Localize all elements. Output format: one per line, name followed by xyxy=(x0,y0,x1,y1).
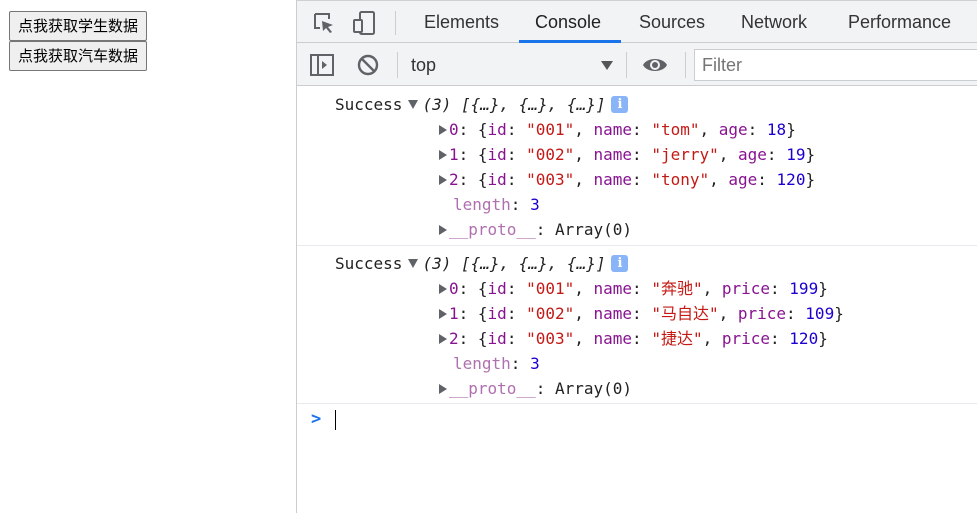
item-field: price xyxy=(721,279,771,298)
expand-triangle-icon[interactable] xyxy=(439,309,447,319)
expand-triangle-icon[interactable] xyxy=(439,334,447,344)
devtools-tabbar: Elements Console Sources Network Perform… xyxy=(297,0,977,43)
tab-console[interactable]: Console xyxy=(535,1,601,43)
item-index: 1 xyxy=(449,304,459,323)
get-car-data-button[interactable]: 点我获取汽车数据 xyxy=(9,41,148,71)
expand-triangle-icon[interactable] xyxy=(439,125,447,135)
tab-sources[interactable]: Sources xyxy=(639,1,705,43)
array-summary: (3) [{…}, {…}, {…}] xyxy=(422,254,606,273)
item-name: "tony" xyxy=(651,170,710,189)
devtools-panel: Elements Console Sources Network Perform… xyxy=(296,0,977,513)
page-content: 点我获取学生数据 点我获取汽车数据 xyxy=(0,0,296,513)
collapse-triangle-icon[interactable] xyxy=(408,100,419,109)
dropdown-arrow-icon xyxy=(601,61,613,70)
length-value: 3 xyxy=(530,195,540,214)
filter-input[interactable] xyxy=(694,49,977,81)
item-id: "002" xyxy=(526,145,575,164)
expand-triangle-icon[interactable] xyxy=(439,225,447,235)
message-header[interactable]: Success (3) [{…}, {…}, {…}] i xyxy=(335,251,629,276)
array-length: length: 3 xyxy=(453,354,540,373)
item-index: 0 xyxy=(449,279,459,298)
item-name: "奔驰" xyxy=(651,279,703,298)
console-message: Success (3) [{…}, {…}, {…}] i 0: {id: "001… xyxy=(297,246,977,404)
item-value: 199 xyxy=(789,279,819,298)
item-name: "jerry" xyxy=(651,145,719,164)
item-index: 0 xyxy=(449,120,459,139)
text-caret xyxy=(335,410,336,430)
array-proto[interactable]: __proto__: Array(0) xyxy=(439,376,632,401)
item-id: "003" xyxy=(526,170,575,189)
item-field: price xyxy=(721,329,771,348)
item-index: 2 xyxy=(449,329,459,348)
message-prefix: Success xyxy=(335,254,403,273)
array-item[interactable]: 2: {id: "003", name: "捷达", price: 120} xyxy=(439,326,828,351)
expand-triangle-icon[interactable] xyxy=(439,150,447,160)
item-value: 18 xyxy=(766,120,787,139)
show-sidebar-icon[interactable] xyxy=(309,52,335,78)
proto-value: Array(0) xyxy=(554,379,633,398)
item-name: "捷达" xyxy=(651,329,703,348)
length-label: length xyxy=(453,354,511,373)
tab-network[interactable]: Network xyxy=(741,1,807,43)
expand-triangle-icon[interactable] xyxy=(439,175,447,185)
info-icon[interactable]: i xyxy=(611,96,629,113)
array-length: length: 3 xyxy=(453,195,540,214)
array-item[interactable]: 0: {id: "001", name: "奔驰", price: 199} xyxy=(439,276,828,301)
proto-value: Array(0) xyxy=(554,220,633,239)
item-id: "003" xyxy=(526,329,575,348)
console-output: Success (3) [{…}, {…}, {…}] i 0: {id: "001… xyxy=(297,87,977,513)
info-icon[interactable]: i xyxy=(611,255,629,272)
length-value: 3 xyxy=(530,354,540,373)
prompt-chevron-icon: > xyxy=(311,409,322,429)
item-id: "001" xyxy=(526,279,575,298)
live-expression-eye-icon[interactable] xyxy=(641,53,669,77)
array-item[interactable]: 0: {id: "001", name: "tom", age: 18} xyxy=(439,117,796,142)
item-id: "002" xyxy=(526,304,575,323)
toolbar-divider xyxy=(395,11,396,35)
tab-performance[interactable]: Performance xyxy=(848,1,951,43)
console-toolbar: top xyxy=(297,43,977,86)
collapse-triangle-icon[interactable] xyxy=(408,259,419,268)
item-index: 1 xyxy=(449,145,459,164)
array-summary: (3) [{…}, {…}, {…}] xyxy=(422,95,606,114)
toolbar-divider xyxy=(397,52,398,78)
item-value: 120 xyxy=(789,329,819,348)
expand-triangle-icon[interactable] xyxy=(439,284,447,294)
item-id: "001" xyxy=(526,120,575,139)
proto-label: __proto__ xyxy=(449,379,536,398)
item-name: "马自达" xyxy=(651,304,719,323)
array-item[interactable]: 2: {id: "003", name: "tony", age: 120} xyxy=(439,167,815,192)
item-index: 2 xyxy=(449,170,459,189)
item-field: age xyxy=(718,120,748,139)
context-value: top xyxy=(411,55,437,75)
clear-console-icon[interactable] xyxy=(355,52,381,78)
item-name: "tom" xyxy=(651,120,700,139)
console-message: Success (3) [{…}, {…}, {…}] i 0: {id: "001… xyxy=(297,87,977,246)
message-header[interactable]: Success (3) [{…}, {…}, {…}] i xyxy=(335,92,629,117)
item-value: 19 xyxy=(786,145,806,164)
device-toolbar-icon[interactable] xyxy=(352,10,378,36)
inspect-element-icon[interactable] xyxy=(311,10,337,36)
proto-label: __proto__ xyxy=(449,220,536,239)
length-label: length xyxy=(453,195,511,214)
item-field: price xyxy=(737,304,787,323)
toolbar-divider xyxy=(685,52,686,78)
toolbar-divider xyxy=(626,52,627,78)
item-value: 120 xyxy=(776,170,806,189)
array-proto[interactable]: __proto__: Array(0) xyxy=(439,217,632,242)
item-value: 109 xyxy=(805,304,835,323)
array-item[interactable]: 1: {id: "002", name: "jerry", age: 19} xyxy=(439,142,815,167)
item-field: age xyxy=(738,145,767,164)
message-prefix: Success xyxy=(335,95,403,114)
get-student-data-button[interactable]: 点我获取学生数据 xyxy=(9,11,148,41)
context-selector[interactable]: top xyxy=(403,50,617,80)
tab-elements[interactable]: Elements xyxy=(424,1,499,43)
expand-triangle-icon[interactable] xyxy=(439,384,447,394)
item-field: age xyxy=(728,170,758,189)
array-item[interactable]: 1: {id: "002", name: "马自达", price: 109} xyxy=(439,301,844,326)
